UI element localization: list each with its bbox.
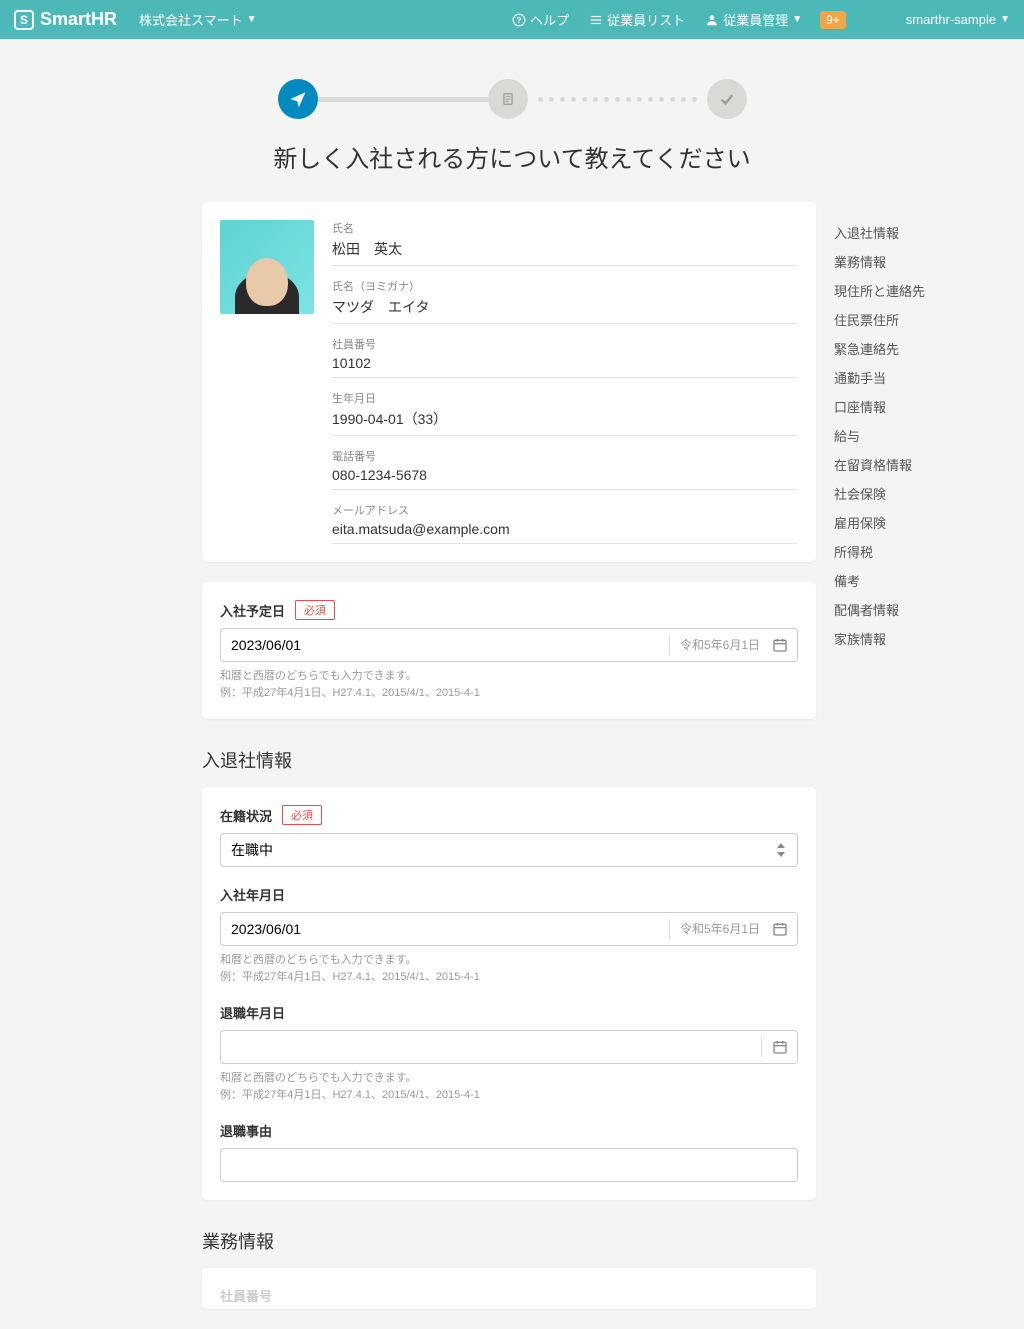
progress-line — [318, 97, 488, 102]
required-badge: 必須 — [295, 600, 335, 620]
profile-field-name: 氏名 松田 英太 — [332, 220, 798, 266]
user-menu[interactable]: smarthr-sample ▼ — [906, 12, 1010, 27]
calendar-icon[interactable] — [761, 1037, 788, 1057]
main-column: 氏名 松田 英太 氏名（ヨミガナ） マツダ エイタ 社員番号 10102 生年月… — [202, 202, 816, 1329]
profile-card: 氏名 松田 英太 氏名（ヨミガナ） マツダ エイタ 社員番号 10102 生年月… — [202, 202, 816, 562]
side-nav-item-family[interactable]: 家族情報 — [834, 624, 1014, 653]
global-header: S SmartHR 株式会社スマート ▼ ? ヘルプ 従業員リスト 従業員管理 … — [0, 0, 1024, 39]
help-label: ヘルプ — [530, 10, 569, 29]
side-nav-item-residence-status[interactable]: 在留資格情報 — [834, 450, 1014, 479]
field-label: 電話番号 — [332, 448, 798, 464]
progress-step-final — [707, 79, 747, 119]
side-nav-item-spouse[interactable]: 配偶者情報 — [834, 595, 1014, 624]
profile-field-birthdate: 生年月日 1990-04-01（33） — [332, 390, 798, 436]
field-label: 氏名 — [332, 220, 798, 236]
side-nav-item-income-tax[interactable]: 所得税 — [834, 537, 1014, 566]
profile-field-phone: 電話番号 080-1234-5678 — [332, 448, 798, 490]
logo-text: SmartHR — [40, 9, 117, 30]
side-nav-item-work[interactable]: 業務情報 — [834, 247, 1014, 276]
side-nav-item-employment-insurance[interactable]: 雇用保険 — [834, 508, 1014, 537]
field-value: 10102 — [332, 355, 798, 371]
page-title: 新しく入社される方について教えてください — [0, 139, 1024, 174]
wareki-hint: 令和5年6月1日 — [669, 919, 760, 939]
leave-date-label: 退職年月日 — [220, 1003, 285, 1022]
section-heading-employment: 入退社情報 — [202, 747, 816, 773]
side-column: 入退社情報 業務情報 現住所と連絡先 住民票住所 緊急連絡先 通勤手当 口座情報… — [834, 202, 1014, 1329]
field-label: メールアドレス — [332, 502, 798, 518]
progress-step-2 — [488, 79, 528, 119]
employee-mgmt-link[interactable]: 従業員管理 ▼ — [705, 10, 802, 29]
calendar-icon[interactable] — [772, 921, 788, 937]
field-label: 社員番号 — [332, 336, 798, 352]
user-name: smarthr-sample — [906, 12, 996, 27]
employment-status-label: 在籍状況 — [220, 806, 272, 825]
planned-join-label: 入社予定日 — [220, 601, 285, 620]
planned-join-field: 入社予定日 必須 令和5年6月1日 和暦と西暦のどちらでも入力できます。 例：平… — [220, 600, 798, 701]
side-nav-item-social-insurance[interactable]: 社会保険 — [834, 479, 1014, 508]
profile-field-employee-no: 社員番号 10102 — [332, 336, 798, 378]
employee-number-label: 社員番号 — [220, 1286, 272, 1305]
svg-text:?: ? — [517, 15, 522, 24]
leave-date-field: 退職年月日 和暦と西暦のどちらでも入力できます。 例：平成27年4月1日、H27… — [220, 1003, 798, 1103]
calendar-icon[interactable] — [772, 637, 788, 653]
join-date-field: 入社年月日 令和5年6月1日 和暦と西暦のどちらでも入力できます。 例：平成27… — [220, 885, 798, 985]
leave-reason-field: 退職事由 — [220, 1121, 798, 1182]
date-help: 和暦と西暦のどちらでも入力できます。 例：平成27年4月1日、H27.4.1、2… — [220, 668, 798, 701]
progress-bar — [0, 39, 1024, 139]
field-value: eita.matsuda@example.com — [332, 521, 798, 537]
side-nav: 入退社情報 業務情報 現住所と連絡先 住民票住所 緊急連絡先 通勤手当 口座情報… — [834, 202, 1014, 653]
logo[interactable]: S SmartHR — [14, 9, 117, 30]
leave-date-input[interactable] — [220, 1030, 798, 1064]
side-nav-item-commute[interactable]: 通勤手当 — [834, 363, 1014, 392]
employee-number-field: 社員番号 — [220, 1286, 798, 1305]
field-value: 1990-04-01（33） — [332, 409, 798, 429]
employment-card: 在籍状況 必須 入社年月日 令和5年6月1日 — [202, 787, 816, 1200]
caret-down-icon: ▼ — [792, 14, 802, 25]
side-nav-item-emergency[interactable]: 緊急連絡先 — [834, 334, 1014, 363]
avatar — [220, 220, 314, 314]
employee-list-label: 従業員リスト — [607, 10, 685, 29]
employee-mgmt-label: 従業員管理 — [723, 10, 788, 29]
side-nav-item-resident[interactable]: 住民票住所 — [834, 305, 1014, 334]
logo-icon: S — [14, 10, 34, 30]
company-selector[interactable]: 株式会社スマート ▼ — [139, 10, 257, 29]
field-label: 氏名（ヨミガナ） — [332, 278, 798, 294]
join-date-label: 入社年月日 — [220, 885, 285, 904]
section-heading-work: 業務情報 — [202, 1228, 816, 1254]
field-value: 080-1234-5678 — [332, 467, 798, 483]
side-nav-item-salary[interactable]: 給与 — [834, 421, 1014, 450]
content-area: 氏名 松田 英太 氏名（ヨミガナ） マツダ エイタ 社員番号 10102 生年月… — [0, 202, 1024, 1329]
employment-status-field: 在籍状況 必須 — [220, 805, 798, 867]
field-value: 松田 英太 — [332, 239, 798, 259]
date-help: 和暦と西暦のどちらでも入力できます。 例：平成27年4月1日、H27.4.1、2… — [220, 952, 798, 985]
wareki-hint: 令和5年6月1日 — [669, 635, 760, 655]
side-nav-item-address[interactable]: 現住所と連絡先 — [834, 276, 1014, 305]
list-icon — [589, 13, 603, 27]
side-nav-item-employment[interactable]: 入退社情報 — [834, 218, 1014, 247]
caret-down-icon: ▼ — [1000, 14, 1010, 25]
profile-fields: 氏名 松田 英太 氏名（ヨミガナ） マツダ エイタ 社員番号 10102 生年月… — [332, 220, 798, 544]
notification-badge[interactable]: 9+ — [820, 11, 846, 29]
work-info-card: 社員番号 — [202, 1268, 816, 1309]
help-icon: ? — [512, 13, 526, 27]
planned-join-card: 入社予定日 必須 令和5年6月1日 和暦と西暦のどちらでも入力できます。 例：平… — [202, 582, 816, 719]
person-icon — [705, 13, 719, 27]
progress-step-1 — [278, 79, 318, 119]
caret-down-icon: ▼ — [247, 14, 257, 25]
employment-status-select[interactable] — [220, 833, 798, 867]
side-nav-item-remarks[interactable]: 備考 — [834, 566, 1014, 595]
company-name: 株式会社スマート — [139, 10, 243, 29]
field-label: 生年月日 — [332, 390, 798, 406]
leave-reason-input[interactable] — [220, 1148, 798, 1182]
field-value: マツダ エイタ — [332, 297, 798, 317]
profile-field-name-kana: 氏名（ヨミガナ） マツダ エイタ — [332, 278, 798, 324]
leave-reason-label: 退職事由 — [220, 1121, 272, 1140]
date-help: 和暦と西暦のどちらでも入力できます。 例：平成27年4月1日、H27.4.1、2… — [220, 1070, 798, 1103]
required-badge: 必須 — [282, 805, 322, 825]
profile-field-email: メールアドレス eita.matsuda@example.com — [332, 502, 798, 544]
help-link[interactable]: ? ヘルプ — [512, 10, 569, 29]
employee-list-link[interactable]: 従業員リスト — [589, 10, 685, 29]
side-nav-item-bank[interactable]: 口座情報 — [834, 392, 1014, 421]
progress-dots — [538, 97, 697, 102]
